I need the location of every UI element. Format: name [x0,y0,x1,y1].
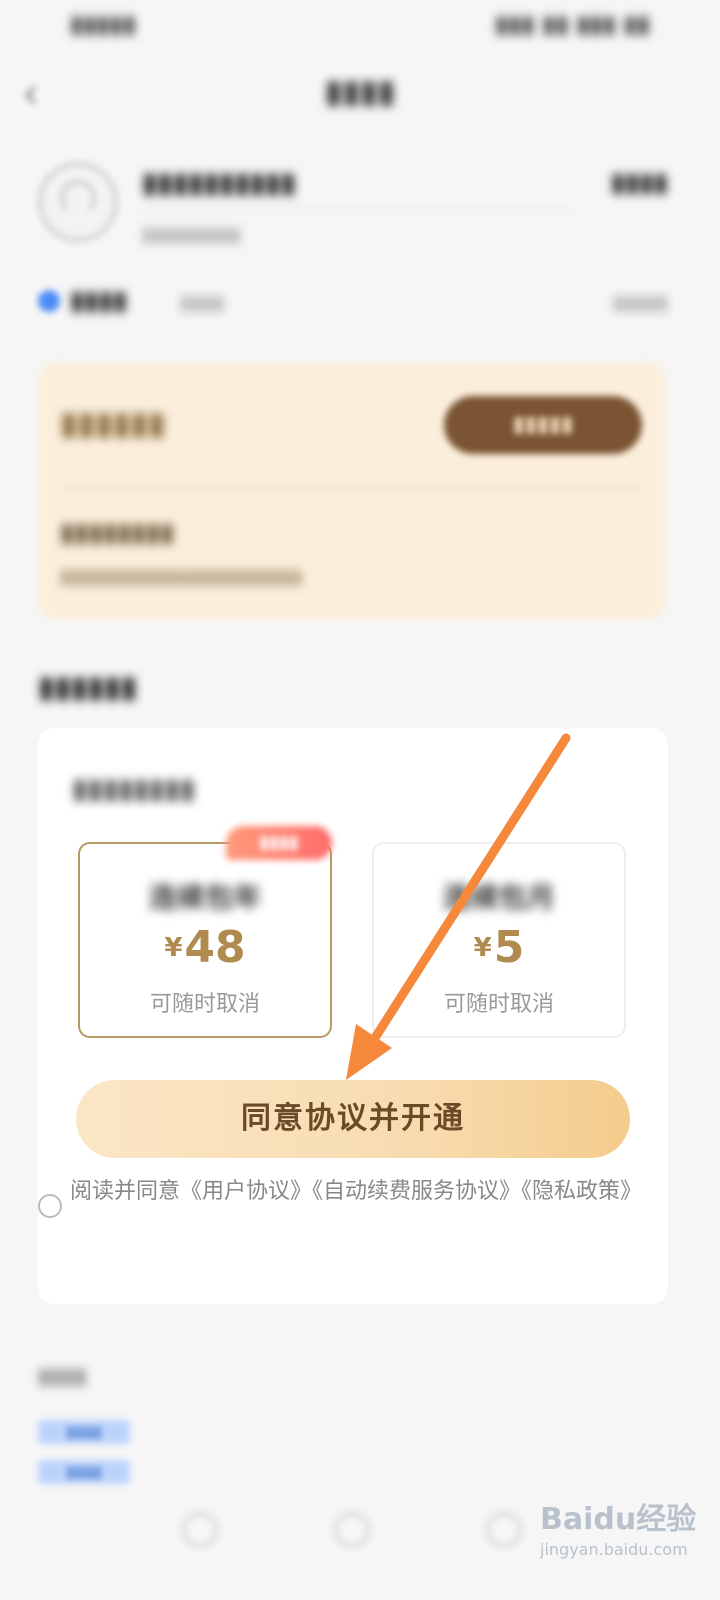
arrow-head [346,1024,392,1080]
annotation-arrow [346,733,571,1080]
arrow-shaft [361,733,571,1057]
